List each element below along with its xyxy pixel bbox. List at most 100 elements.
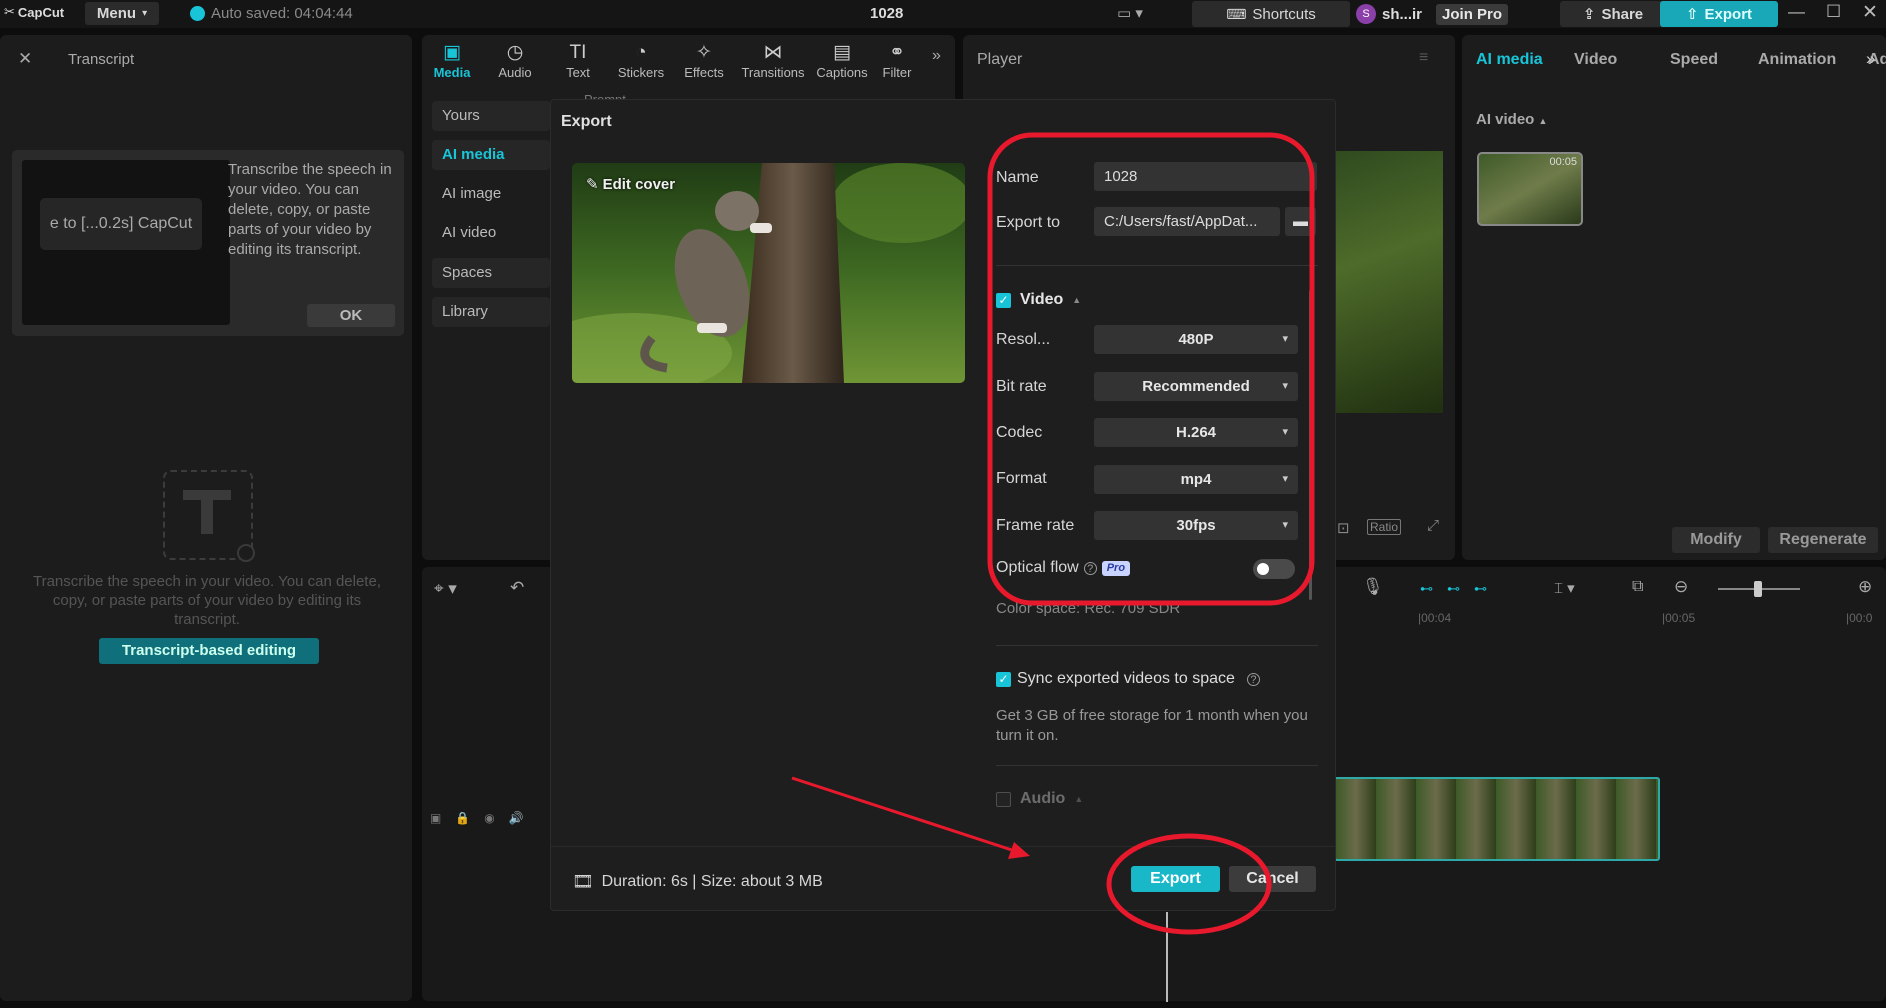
zoom-out-icon[interactable]: ⊖ — [1674, 577, 1688, 597]
microphone-icon[interactable]: 🎙 — [1362, 577, 1384, 597]
tooltip-preview: e to [...0.2s] CapCut — [22, 160, 230, 325]
sidebar-item-spaces[interactable]: Spaces — [432, 258, 550, 288]
name-label: Name — [996, 169, 1039, 186]
avatar: S — [1356, 4, 1376, 24]
ratio-button[interactable]: Ratio — [1367, 519, 1402, 535]
chevron-down-icon: ▾ — [1282, 333, 1288, 345]
cancel-button[interactable]: Cancel — [1229, 866, 1316, 892]
share-button[interactable]: ⇪ Share — [1560, 1, 1666, 27]
tab-effects[interactable]: ✧ Effects — [674, 41, 734, 80]
format-label: Format — [996, 470, 1047, 487]
tab-filter[interactable]: ⚭ Filter — [875, 41, 919, 80]
zoom-in-icon[interactable]: ⊕ — [1858, 577, 1872, 597]
chevron-down-icon: ▾ — [1282, 380, 1288, 392]
tab-animation[interactable]: Animation — [1758, 51, 1868, 69]
menu-icon[interactable]: ≡ — [1419, 49, 1428, 67]
optical-flow-row: Optical flow ? Pro — [996, 559, 1131, 577]
frame-rate-select[interactable]: 30fps ▾ — [1094, 511, 1298, 540]
properties-tabs: AI media Video Speed Animation Adjust — [1476, 51, 1886, 69]
format-select[interactable]: mp4 ▾ — [1094, 465, 1298, 494]
export-button[interactable]: Export — [1131, 866, 1220, 892]
film-icon: 🎞 — [572, 872, 594, 891]
tab-transitions[interactable]: ⋈ Transitions — [737, 41, 809, 80]
audio-section-header[interactable]: Audio ▲ — [996, 790, 1083, 808]
media-tab-bar: ▣ Media ◷ Audio TI Text ◔ Stickers ✧ Effects … — [422, 41, 919, 80]
ok-button[interactable]: OK — [307, 304, 395, 327]
close-icon[interactable]: ✕ — [18, 49, 32, 69]
next-tab-icon[interactable]: » — [1866, 49, 1875, 69]
tab-media[interactable]: ▣ Media — [422, 41, 482, 80]
tab-speed[interactable]: Speed — [1670, 51, 1758, 69]
tab-stickers[interactable]: ◔ Stickers — [611, 41, 671, 80]
fullscreen-icon[interactable]: ⤢ — [1427, 517, 1439, 534]
tab-captions[interactable]: ▤ Captions — [812, 41, 872, 80]
video-checkbox[interactable]: ✓ — [996, 292, 1011, 308]
undo-icon[interactable]: ↶ — [510, 578, 524, 598]
account-area[interactable]: S sh...ir Join Pro — [1356, 3, 1516, 25]
chevron-up-icon: ▲ — [1072, 295, 1082, 305]
scrollbar[interactable] — [1309, 290, 1312, 600]
join-pro-button[interactable]: Join Pro — [1436, 3, 1509, 25]
tab-text[interactable]: TI Text — [548, 41, 608, 80]
bit-rate-label: Bit rate — [996, 378, 1047, 395]
resolution-select[interactable]: 480P ▾ — [1094, 325, 1298, 354]
sidebar-item-ai-media[interactable]: AI media — [432, 140, 550, 170]
layout-icon[interactable]: ▭ ▾ — [1117, 4, 1143, 22]
sync-checkbox[interactable]: ✓ — [996, 671, 1011, 687]
folder-icon[interactable]: ▬ — [1285, 207, 1316, 236]
codec-select[interactable]: H.264 ▾ — [1094, 418, 1298, 447]
transcript-based-editing-button[interactable]: Transcript-based editing — [99, 638, 319, 664]
media-icon: ▣ — [443, 42, 461, 63]
cover-image[interactable]: ✎ Edit cover — [572, 163, 965, 383]
tab-audio[interactable]: ◷ Audio — [485, 41, 545, 80]
time-marker: |00:04 — [1418, 611, 1452, 625]
track-controls-icon[interactable]: ▣🔒◉🔊 — [430, 811, 538, 825]
sidebar-item-library[interactable]: Library — [432, 297, 550, 327]
sidebar-item-ai-image[interactable]: AI image — [432, 179, 550, 209]
playhead[interactable] — [1166, 912, 1168, 1002]
close-window-icon[interactable]: ✕ — [1862, 1, 1878, 24]
bit-rate-select[interactable]: Recommended ▾ — [1094, 372, 1298, 401]
help-icon[interactable]: ? — [1246, 672, 1260, 686]
more-tabs-icon[interactable]: » — [932, 47, 941, 65]
cloud-check-icon — [190, 6, 205, 21]
keyboard-icon: ⌨ — [1226, 5, 1247, 22]
ai-video-thumbnail[interactable]: 00:05 — [1477, 152, 1583, 226]
menu-button[interactable]: Menu ▾ — [85, 2, 159, 25]
video-section-header[interactable]: ✓ Video ▲ — [996, 291, 1081, 309]
time-marker: |00:05 — [1662, 611, 1696, 625]
name-input[interactable] — [1094, 162, 1317, 191]
title-bar: ✂ CapCut Menu ▾ Auto saved: 04:04:44 1028 … — [0, 0, 1886, 28]
edit-cover-button[interactable]: ✎ Edit cover — [586, 175, 675, 194]
captions-icon: ▤ — [833, 42, 851, 63]
zoom-icon[interactable]: ⊡ — [1337, 519, 1350, 537]
video-clip[interactable] — [1334, 777, 1660, 861]
stickers-icon: ◔ — [635, 42, 647, 63]
sidebar-item-yours[interactable]: Yours — [432, 101, 550, 131]
tooltip-text: Transcribe the speech in your video. You… — [228, 161, 392, 258]
export-path-field[interactable]: C:/Users/fast/AppDat... — [1094, 207, 1280, 236]
minimize-icon[interactable]: — — [1788, 2, 1805, 22]
regenerate-button[interactable]: Regenerate — [1768, 527, 1878, 553]
top-export-button[interactable]: ⇧ Export — [1660, 1, 1778, 27]
modify-button[interactable]: Modify — [1672, 527, 1760, 553]
player-preview — [1333, 151, 1443, 413]
sidebar-item-ai-video[interactable]: AI video — [432, 218, 550, 248]
tab-video[interactable]: Video — [1574, 51, 1670, 69]
pro-badge: Pro — [1101, 560, 1131, 576]
maximize-icon[interactable]: ☐ — [1826, 2, 1841, 22]
shortcuts-button[interactable]: ⌨ Shortcuts — [1192, 1, 1350, 27]
tab-ai-media[interactable]: AI media — [1476, 51, 1574, 69]
zoom-slider-handle[interactable] — [1754, 581, 1762, 597]
select-tool-icon[interactable]: ⌖ ▾ — [434, 579, 457, 599]
help-icon[interactable]: ? — [1083, 561, 1097, 575]
audio-checkbox[interactable] — [996, 791, 1011, 807]
divider — [996, 765, 1318, 766]
capcut-logo-icon: ✂ — [4, 4, 15, 19]
preview-icon[interactable]: ⧉ — [1632, 578, 1643, 596]
zoom-slider[interactable] — [1718, 581, 1800, 597]
split-icon[interactable]: ⌶ ▾ — [1554, 579, 1575, 597]
snap-tools-icon[interactable]: ⊷⊷⊷ — [1420, 581, 1501, 597]
sync-row[interactable]: ✓ Sync exported videos to space ? — [996, 670, 1260, 688]
optical-flow-toggle[interactable] — [1253, 559, 1295, 579]
